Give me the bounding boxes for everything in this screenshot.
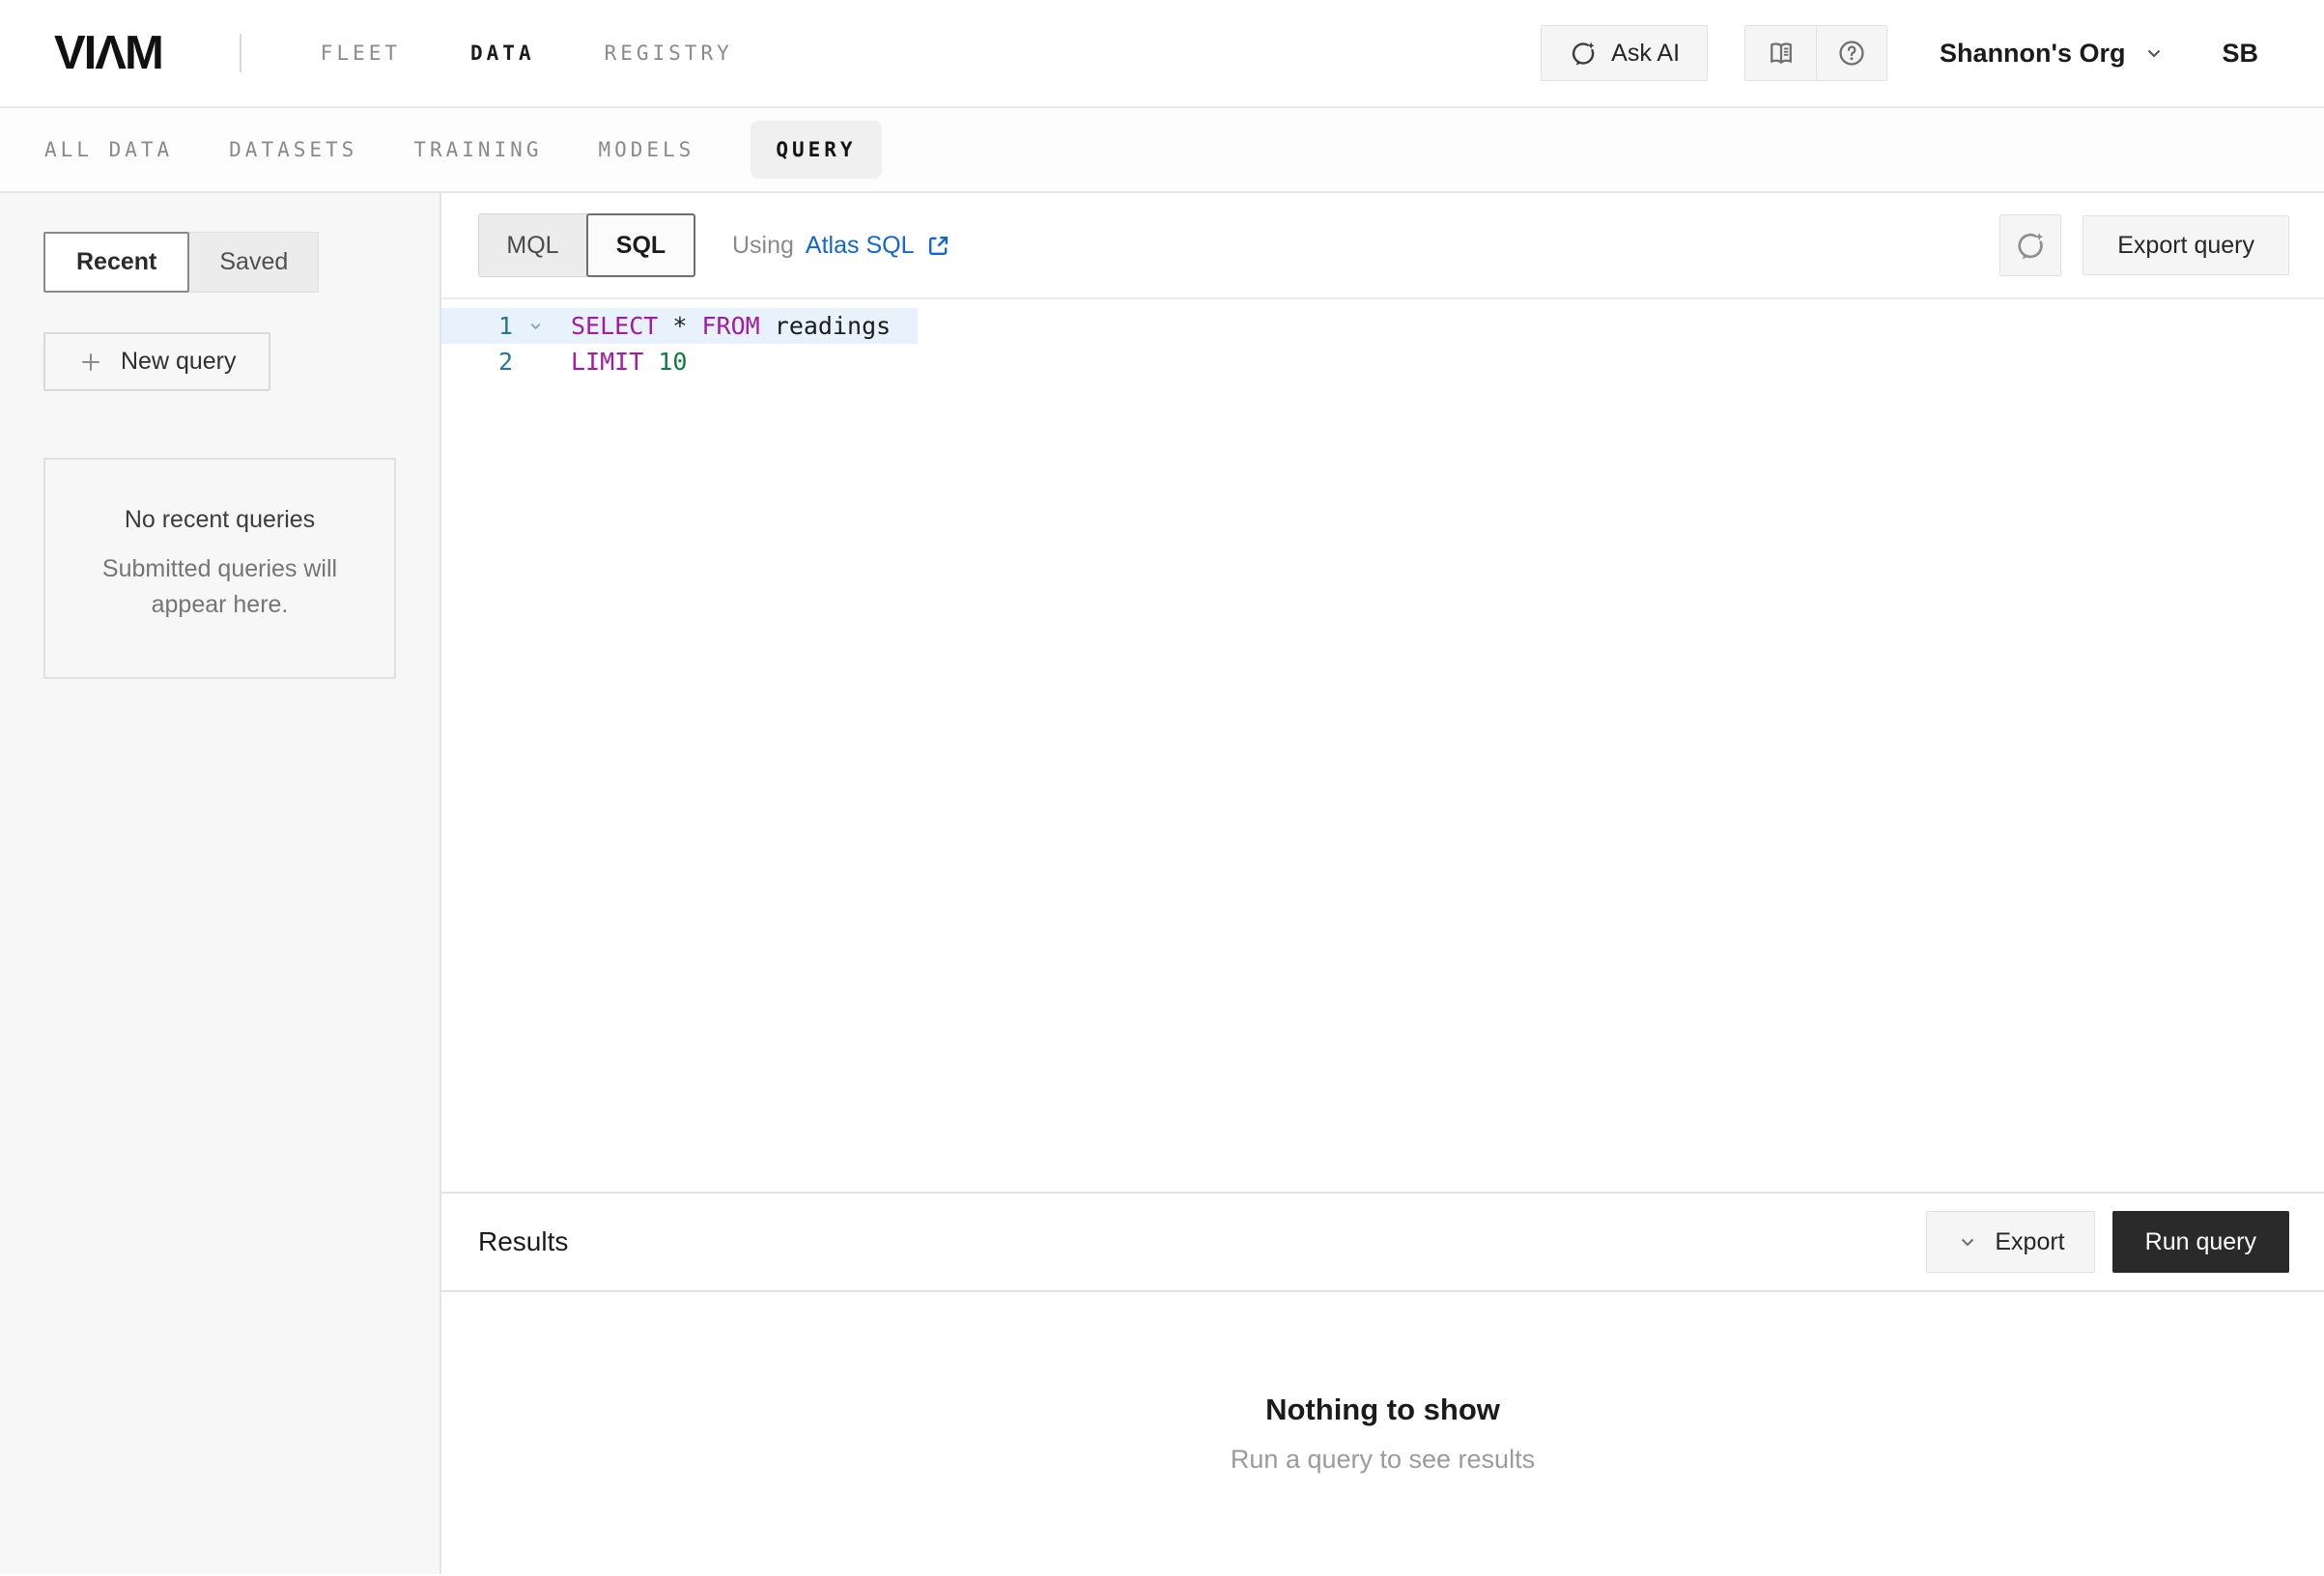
code-text: SELECT * FROM readings	[571, 312, 891, 340]
query-main: MQL SQL Using Atlas SQL	[441, 193, 2324, 1574]
export-results-button[interactable]: Export	[1926, 1211, 2094, 1273]
using-atlas-sql: Using Atlas SQL	[732, 232, 951, 260]
code-line[interactable]: 2 LIMIT 10	[441, 344, 2324, 380]
ai-generate-button[interactable]	[1999, 214, 2061, 276]
external-link-icon	[925, 233, 951, 259]
atlas-sql-link-label: Atlas SQL	[806, 232, 915, 260]
chevron-down-icon	[2142, 42, 2166, 65]
user-avatar[interactable]: SB	[2222, 39, 2258, 69]
export-results-label: Export	[1995, 1228, 2064, 1256]
help-button[interactable]	[1816, 26, 1886, 80]
query-sidebar: Recent Saved New query No recent queries…	[0, 193, 441, 1574]
using-label: Using	[732, 232, 794, 260]
logo-divider	[240, 34, 241, 72]
ask-ai-button[interactable]: Ask AI	[1541, 25, 1708, 81]
results-title: Results	[478, 1226, 568, 1257]
results-header: Results Export Run query	[441, 1192, 2324, 1292]
editor-header: MQL SQL Using Atlas SQL	[441, 193, 2324, 299]
new-query-button[interactable]: New query	[43, 332, 270, 391]
book-icon	[1766, 38, 1797, 69]
code-line[interactable]: 1 SELECT * FROM readings	[441, 308, 918, 344]
nav-data[interactable]: DATA	[470, 42, 535, 65]
line-number: 2	[441, 348, 513, 376]
help-circle-icon	[1836, 38, 1867, 69]
saved-tab[interactable]: Saved	[189, 232, 319, 293]
org-switcher[interactable]: Shannon's Org	[1940, 39, 2166, 69]
nav-fleet[interactable]: FLEET	[321, 42, 401, 65]
recent-saved-toggle: Recent Saved	[43, 232, 396, 293]
primary-nav: FLEET DATA REGISTRY	[321, 42, 733, 65]
ask-ai-label: Ask AI	[1611, 40, 1680, 68]
ai-sparkle-icon	[2014, 229, 2047, 262]
code-lines: 1 SELECT * FROM readings 2 LIMIT 10	[441, 308, 2324, 380]
empty-state-subtitle: Run a query to see results	[1231, 1445, 1535, 1475]
plus-icon	[77, 349, 104, 376]
no-recent-queries-box: No recent queries Submitted queries will…	[43, 458, 396, 679]
help-button-group	[1744, 25, 1887, 81]
code-text: LIMIT 10	[571, 348, 687, 376]
docs-button[interactable]	[1745, 26, 1816, 80]
no-recent-queries-title: No recent queries	[72, 506, 367, 534]
empty-state-title: Nothing to show	[1265, 1393, 1500, 1427]
chevron-down-icon	[1956, 1230, 1979, 1253]
viam-logo[interactable]: VIΛM	[54, 26, 162, 80]
recent-tab[interactable]: Recent	[43, 232, 189, 293]
atlas-sql-link[interactable]: Atlas SQL	[806, 232, 952, 260]
top-bar: VIΛM FLEET DATA REGISTRY Ask AI	[0, 0, 2324, 108]
org-name: Shannon's Org	[1940, 39, 2125, 69]
page-content: Recent Saved New query No recent queries…	[0, 193, 2324, 1574]
export-query-button[interactable]: Export query	[2083, 215, 2289, 275]
sql-code-editor[interactable]: 1 SELECT * FROM readings 2 LIMIT 10	[441, 299, 2324, 1192]
run-query-button[interactable]: Run query	[2112, 1211, 2289, 1273]
tab-all-data[interactable]: ALL DATA	[44, 138, 173, 161]
ai-sparkle-icon	[1569, 39, 1598, 68]
tab-query[interactable]: QUERY	[751, 121, 881, 179]
tab-training[interactable]: TRAINING	[413, 138, 542, 161]
results-empty-state: Nothing to show Run a query to see resul…	[441, 1292, 2324, 1574]
tab-models[interactable]: MODELS	[598, 138, 694, 161]
tab-datasets[interactable]: DATASETS	[229, 138, 357, 161]
fold-chevron-icon[interactable]	[513, 317, 557, 335]
sql-mode-button[interactable]: SQL	[586, 213, 695, 277]
data-subnav: ALL DATA DATASETS TRAINING MODELS QUERY	[0, 108, 2324, 193]
mql-mode-button[interactable]: MQL	[478, 213, 587, 277]
new-query-label: New query	[121, 348, 237, 376]
no-recent-queries-subtitle: Submitted queries will appear here.	[72, 551, 367, 623]
line-number: 1	[441, 312, 513, 340]
nav-registry[interactable]: REGISTRY	[605, 42, 733, 65]
